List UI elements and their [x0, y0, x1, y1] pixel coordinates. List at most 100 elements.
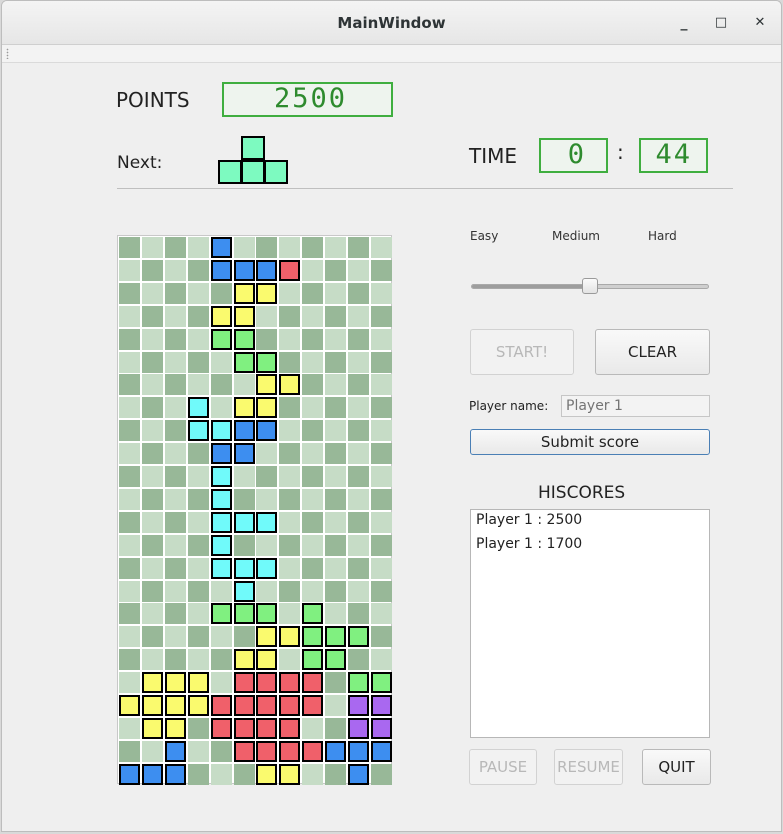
block-cell [233, 282, 255, 304]
empty-cell [164, 305, 186, 327]
block-cell [348, 695, 369, 716]
block-cell [325, 740, 347, 762]
empty-cell [348, 305, 369, 327]
empty-cell [141, 374, 163, 396]
empty-cell [233, 763, 255, 785]
block-cell [187, 420, 209, 442]
time-seconds-display: 44 [639, 138, 708, 173]
empty-cell [325, 763, 347, 785]
resume-button[interactable]: RESUME [554, 749, 623, 785]
block-cell [233, 557, 255, 579]
hiscores-title: HISCORES [538, 483, 626, 503]
empty-cell [370, 420, 392, 442]
list-item[interactable]: Player 1 : 2500 [471, 510, 709, 534]
difficulty-hard-label: Hard [648, 229, 677, 243]
empty-cell [279, 282, 301, 304]
block-cell [233, 672, 255, 694]
block-cell [302, 672, 324, 694]
player-name-input[interactable] [561, 395, 710, 417]
empty-cell [370, 351, 392, 373]
game-board[interactable] [117, 235, 392, 785]
empty-cell [164, 420, 186, 442]
empty-cell [302, 466, 324, 487]
minimize-icon[interactable]: _ [672, 11, 696, 35]
empty-cell [141, 466, 163, 487]
empty-cell [302, 580, 324, 602]
start-button[interactable]: START! [470, 329, 574, 375]
empty-cell [141, 443, 163, 465]
block-cell [302, 603, 324, 625]
empty-cell [348, 351, 369, 373]
empty-cell [302, 511, 324, 533]
pause-button[interactable]: PAUSE [469, 749, 537, 785]
submit-score-button[interactable]: Submit score [470, 429, 710, 455]
block-cell [233, 305, 255, 327]
empty-cell [325, 580, 347, 602]
block-cell [279, 717, 301, 739]
close-icon[interactable]: ✕ [748, 11, 772, 35]
empty-cell [119, 466, 140, 487]
empty-cell [348, 534, 369, 556]
empty-cell [370, 649, 392, 671]
empty-cell [164, 351, 186, 373]
empty-cell [210, 740, 232, 762]
empty-cell [348, 420, 369, 442]
next-piece-cell [241, 160, 265, 184]
next-piece-cell [241, 136, 265, 160]
empty-cell [141, 351, 163, 373]
block-cell [233, 397, 255, 419]
maximize-icon[interactable]: □ [709, 11, 733, 35]
clear-button[interactable]: CLEAR [595, 329, 710, 375]
empty-cell [256, 443, 278, 465]
empty-cell [302, 534, 324, 556]
block-cell [233, 259, 255, 281]
block-cell [370, 740, 392, 762]
time-label: TIME [469, 144, 518, 168]
empty-cell [141, 328, 163, 350]
empty-cell [279, 511, 301, 533]
block-cell [210, 259, 232, 281]
empty-cell [370, 603, 392, 625]
empty-cell [233, 237, 255, 258]
empty-cell [325, 672, 347, 694]
quit-button[interactable]: QUIT [642, 749, 711, 785]
block-cell [233, 717, 255, 739]
difficulty-slider-handle[interactable] [582, 278, 598, 294]
empty-cell [302, 351, 324, 373]
empty-cell [233, 488, 255, 510]
empty-cell [302, 488, 324, 510]
empty-cell [187, 557, 209, 579]
empty-cell [164, 328, 186, 350]
block-cell [233, 443, 255, 465]
block-cell [256, 763, 278, 785]
toolbar-grip-icon[interactable] [6, 48, 9, 59]
empty-cell [141, 511, 163, 533]
empty-cell [187, 443, 209, 465]
block-cell [256, 259, 278, 281]
empty-cell [370, 397, 392, 419]
empty-cell [119, 511, 140, 533]
empty-cell [164, 626, 186, 648]
hiscores-list[interactable]: Player 1 : 2500 Player 1 : 1700 [470, 509, 710, 738]
empty-cell [187, 305, 209, 327]
empty-cell [187, 374, 209, 396]
empty-cell [256, 328, 278, 350]
empty-cell [141, 282, 163, 304]
empty-cell [187, 259, 209, 281]
empty-cell [119, 557, 140, 579]
empty-cell [119, 282, 140, 304]
empty-cell [164, 237, 186, 258]
empty-cell [279, 351, 301, 373]
block-cell [141, 695, 163, 716]
list-item[interactable]: Player 1 : 1700 [471, 534, 709, 558]
empty-cell [187, 282, 209, 304]
empty-cell [141, 626, 163, 648]
empty-cell [119, 351, 140, 373]
empty-cell [187, 328, 209, 350]
block-cell [256, 672, 278, 694]
empty-cell [279, 580, 301, 602]
empty-cell [325, 717, 347, 739]
next-label: Next: [117, 153, 163, 173]
block-cell [210, 237, 232, 258]
empty-cell [164, 580, 186, 602]
